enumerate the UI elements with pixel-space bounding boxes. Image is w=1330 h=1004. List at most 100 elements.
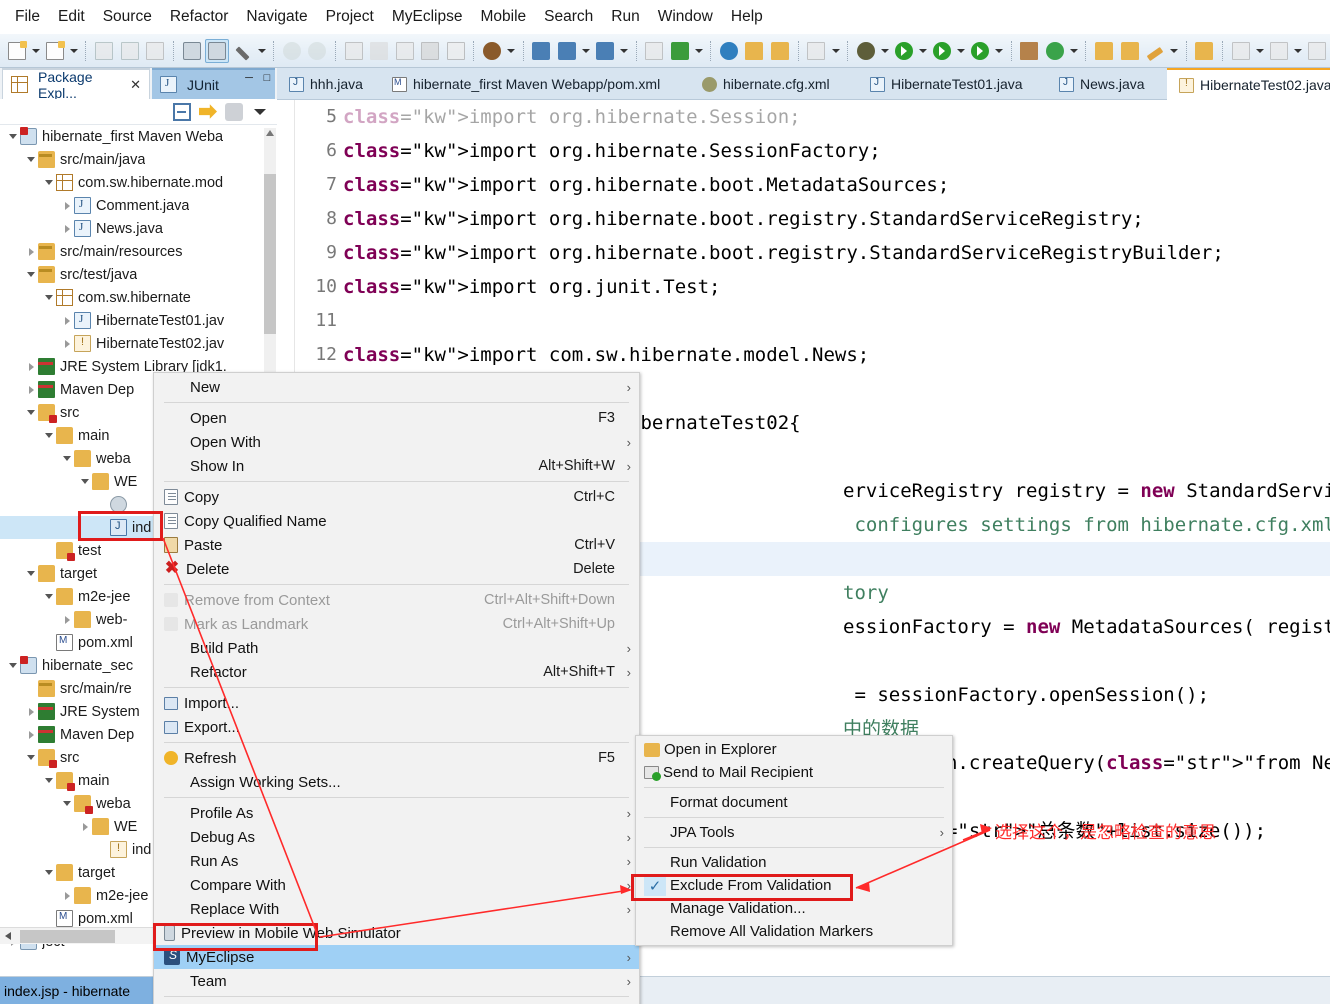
chevron-down-icon[interactable] [6, 654, 20, 677]
pencil-icon[interactable] [368, 39, 391, 63]
close-icon[interactable]: ✕ [130, 77, 141, 93]
code-line[interactable]: class="kw">import org.hibernate.boot.reg… [343, 236, 1330, 270]
chevron-down-icon[interactable] [24, 401, 38, 424]
save-all-icon[interactable] [118, 39, 141, 63]
person-new-icon[interactable] [555, 39, 578, 63]
chevron-right-icon[interactable] [24, 700, 38, 723]
chevron-down-icon[interactable] [42, 286, 56, 309]
submenu-item-format-document[interactable]: Format document [636, 791, 952, 814]
context-menu[interactable]: New › Open F3 Open With › Show In Alt+Shift+W › C… [153, 372, 640, 1004]
code-line[interactable]: class="kw">import org.hibernate.SessionF… [343, 134, 1330, 168]
chevron-right-icon[interactable] [60, 608, 74, 631]
scrollbar-thumb[interactable] [264, 174, 276, 334]
chevron-right-icon[interactable] [60, 332, 74, 355]
tree-item-hibernate-first-maven-weba[interactable]: hibernate_first Maven Weba [0, 125, 277, 148]
chevron-down-icon[interactable] [24, 562, 38, 585]
pin2-icon[interactable] [1305, 39, 1328, 63]
chevron-down-icon[interactable] [60, 447, 74, 470]
save-icon[interactable] [92, 39, 115, 63]
context-menu-item-team[interactable]: Team › [154, 969, 639, 993]
new-class-icon[interactable] [1043, 39, 1066, 63]
myeclipse-servers-icon[interactable] [205, 38, 229, 63]
database-explorer-icon[interactable] [480, 39, 503, 63]
myeclipse-submenu[interactable]: Open in Explorer Send to Mail Recipient Fo… [635, 735, 953, 946]
bean-icon[interactable] [393, 39, 416, 63]
annotation-icon[interactable] [342, 39, 365, 63]
chevron-right-icon[interactable] [24, 378, 38, 401]
chevron-down-icon[interactable] [6, 125, 20, 148]
chevron-right-icon[interactable] [60, 309, 74, 332]
context-menu-item-copy[interactable]: Copy Ctrl+C [154, 485, 639, 509]
context-menu-item-compare-with[interactable]: Compare With › [154, 873, 639, 897]
menu-edit[interactable]: Edit [49, 5, 94, 29]
coverage-dropdown-icon[interactable] [993, 39, 1006, 63]
search-brush-icon[interactable] [1143, 39, 1166, 63]
editor-tab-hibernatetest01-java[interactable]: HibernateTest01.java [858, 68, 1035, 100]
context-menu-item-debug-as[interactable]: Debug As › [154, 825, 639, 849]
code-line[interactable] [343, 304, 1330, 338]
focus-icon[interactable] [225, 102, 243, 121]
context-menu-item-delete[interactable]: ✖ Delete Delete [154, 557, 639, 581]
context-menu-item-copy-qualified-name[interactable]: Copy Qualified Name [154, 509, 639, 533]
chevron-right-icon[interactable] [60, 194, 74, 217]
run-history-dropdown-icon[interactable] [955, 39, 968, 63]
code-line[interactable]: class="kw">import com.sw.hibernate.model… [343, 338, 1330, 372]
menu-navigate[interactable]: Navigate [237, 5, 316, 29]
context-menu-item-import[interactable]: Import... [154, 691, 639, 715]
new-wizard-dropdown-icon[interactable] [29, 39, 42, 63]
globe-icon[interactable] [717, 39, 740, 63]
open-folder-icon[interactable] [743, 39, 766, 63]
editor-tab-hibernate-cfg-xml[interactable]: hibernate.cfg.xml [690, 68, 842, 100]
run-history-icon[interactable] [930, 39, 953, 63]
menu-refactor[interactable]: Refactor [161, 5, 238, 29]
new-java-class-dropdown-icon[interactable] [68, 39, 81, 63]
search-brush-dropdown-icon[interactable] [1168, 39, 1181, 63]
chevron-down-icon[interactable] [42, 769, 56, 792]
context-menu-item-open[interactable]: Open F3 [154, 406, 639, 430]
new-wizard-icon[interactable] [5, 39, 28, 63]
context-menu-item-refactor[interactable]: Refactor Alt+Shift+T › [154, 660, 639, 684]
context-menu-item-show-in[interactable]: Show In Alt+Shift+W › [154, 454, 639, 478]
tree-item-hibernatetest01-jav[interactable]: HibernateTest01.jav [0, 309, 277, 332]
tree-item-com-sw-hibernate[interactable]: com.sw.hibernate [0, 286, 277, 309]
chevron-down-icon[interactable] [60, 792, 74, 815]
menu-myeclipse[interactable]: MyEclipse [383, 5, 472, 29]
next-annotation-dropdown-icon[interactable] [1254, 39, 1267, 63]
person-new-dropdown-icon[interactable] [580, 39, 593, 63]
build-dropdown-icon[interactable] [255, 39, 268, 63]
database-dropdown-icon[interactable] [505, 39, 518, 63]
code-line[interactable]: class="kw">import org.hibernate.Session; [343, 100, 1330, 134]
menu-help[interactable]: Help [722, 5, 772, 29]
scroll-up-icon[interactable] [266, 130, 274, 136]
new-class-dropdown-icon[interactable] [1068, 39, 1081, 63]
maximize-icon[interactable]: □ [261, 72, 273, 84]
tree-item-news-java[interactable]: News.java [0, 217, 277, 240]
context-menu-item-open-with[interactable]: Open With › [154, 430, 639, 454]
open-type-icon[interactable] [1092, 39, 1115, 63]
menu-window[interactable]: Window [649, 5, 722, 29]
menu-search[interactable]: Search [535, 5, 602, 29]
menu-file[interactable]: File [6, 5, 49, 29]
submenu-item-remove-all-validation-markers[interactable]: Remove All Validation Markers [636, 920, 952, 943]
context-menu-item-myeclipse[interactable]: MyEclipse › [154, 945, 639, 969]
tree-item-com-sw-hibernate-mod[interactable]: com.sw.hibernate.mod [0, 171, 277, 194]
code-line[interactable]: class="kw">import org.hibernate.boot.reg… [343, 202, 1330, 236]
build-hammer-icon[interactable] [231, 39, 254, 63]
run-icon[interactable] [892, 39, 915, 63]
context-menu-item-new[interactable]: New › [154, 375, 639, 399]
tree-item-src-main-java[interactable]: src/main/java [0, 148, 277, 171]
redo-arrow-icon[interactable] [306, 39, 329, 63]
chevron-down-icon[interactable] [42, 171, 56, 194]
submenu-item-open-in-explorer[interactable]: Open in Explorer [636, 738, 952, 761]
export-icon[interactable] [768, 39, 791, 63]
submenu-item-exclude-from-validation[interactable]: Exclude From Validation [636, 874, 952, 897]
chevron-down-icon[interactable] [42, 861, 56, 884]
chevron-down-icon[interactable] [24, 746, 38, 769]
context-menu-item-properties[interactable]: PropertiesAlt+Enter [154, 1000, 639, 1004]
chevron-right-icon[interactable] [78, 815, 92, 838]
pin-icon[interactable] [805, 39, 828, 63]
menu-project[interactable]: Project [317, 5, 383, 29]
folder-open-icon[interactable] [1193, 39, 1216, 63]
person-icon[interactable] [593, 39, 616, 63]
prev-annotation-icon[interactable] [1267, 39, 1290, 63]
